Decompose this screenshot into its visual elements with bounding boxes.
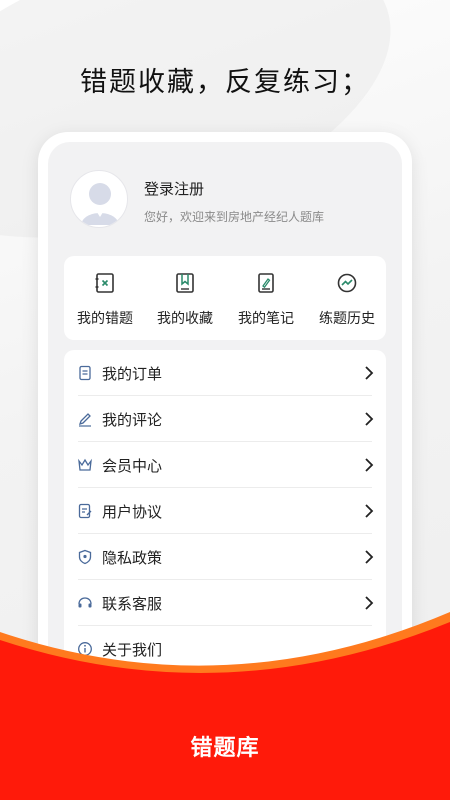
login-register-link[interactable]: 登录注册 [144, 178, 204, 199]
menu-card: 我的订单 我的评论 会员中心 用户协议 隐私政策 联系客服 关于我们 [64, 350, 386, 732]
menu-item-comments[interactable]: 我的评论 [64, 396, 386, 442]
wrong-questions-icon [95, 273, 114, 293]
comment-pen-icon [78, 413, 91, 427]
menu-label: 我的订单 [102, 365, 163, 383]
menu-label: 用户协议 [102, 503, 163, 521]
chevron-right-icon [365, 596, 374, 610]
order-icon [79, 365, 91, 381]
brand-title: 错题库 [190, 736, 260, 761]
menu-label: 会员中心 [102, 457, 163, 475]
menu-label: 联系客服 [102, 595, 163, 613]
menu-label: 关于我们 [102, 641, 163, 659]
menu-item-about-us[interactable]: 关于我们 [64, 626, 386, 672]
shield-icon [78, 549, 92, 565]
quick-label: 练题历史 [319, 311, 375, 327]
chevron-right-icon [365, 550, 374, 564]
quick-label: 我的笔记 [238, 311, 294, 327]
crown-icon [78, 458, 92, 471]
chevron-right-icon [365, 642, 374, 656]
menu-item-customer-service[interactable]: 联系客服 [64, 580, 386, 626]
chevron-right-icon [365, 458, 374, 472]
headline: 错题收藏，反复练习； [80, 67, 370, 98]
menu-label: 隐私政策 [102, 549, 163, 567]
quick-history[interactable]: 练题历史 [307, 256, 387, 340]
app-screen: 登录注册 您好，欢迎来到房地产经纪人题库 我的错题 我的收藏 我的笔记 练题历史… [48, 142, 402, 732]
chevron-right-icon [365, 412, 374, 426]
quick-wrong-questions[interactable]: 我的错题 [65, 256, 145, 340]
history-chart-icon [337, 273, 357, 293]
menu-label: 我的评论 [102, 411, 163, 429]
quick-actions-card: 我的错题 我的收藏 我的笔记 练题历史 [64, 256, 386, 340]
notes-icon [258, 273, 274, 293]
info-icon [78, 642, 92, 656]
menu-item-orders[interactable]: 我的订单 [64, 350, 386, 396]
bookmark-icon [176, 273, 194, 293]
agreement-icon [78, 503, 92, 519]
avatar[interactable] [70, 170, 128, 228]
quick-label: 我的错题 [77, 311, 133, 327]
welcome-text: 您好，欢迎来到房地产经纪人题库 [144, 210, 325, 224]
chevron-right-icon [365, 504, 374, 518]
quick-favorites[interactable]: 我的收藏 [145, 256, 225, 340]
profile-header[interactable]: 登录注册 您好，欢迎来到房地产经纪人题库 [70, 170, 390, 230]
chevron-right-icon [365, 366, 374, 380]
menu-item-membership[interactable]: 会员中心 [64, 442, 386, 488]
menu-item-user-agreement[interactable]: 用户协议 [64, 488, 386, 534]
headset-icon [78, 597, 92, 608]
menu-item-privacy-policy[interactable]: 隐私政策 [64, 534, 386, 580]
quick-notes[interactable]: 我的笔记 [226, 256, 306, 340]
user-avatar-icon [81, 183, 119, 225]
quick-label: 我的收藏 [157, 311, 213, 327]
